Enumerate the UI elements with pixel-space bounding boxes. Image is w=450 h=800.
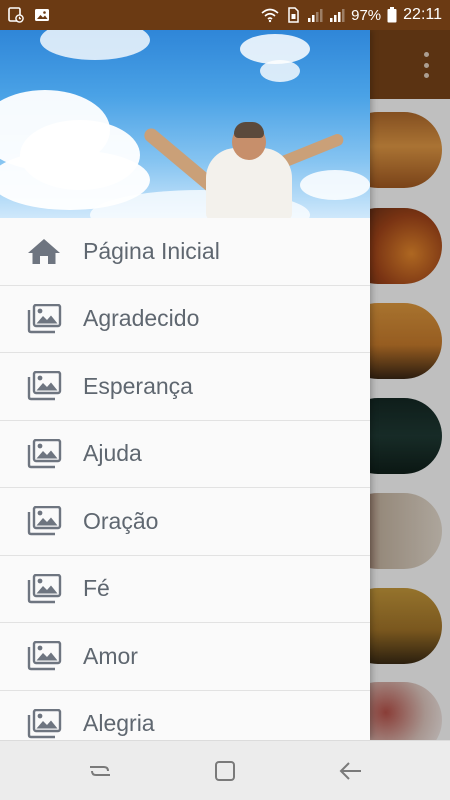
menu-item-label: Esperança	[83, 372, 193, 399]
drawer-header-image	[0, 30, 370, 218]
back-icon[interactable]	[337, 757, 365, 785]
signal-icon-2	[330, 9, 345, 22]
menu-item-oracao[interactable]: Oração	[0, 488, 370, 556]
menu-item-pagina-inicial[interactable]: Página Inicial	[0, 218, 370, 286]
system-nav-bar	[0, 740, 450, 800]
menu-item-fe[interactable]: Fé	[0, 555, 370, 623]
status-time: 22:11	[403, 6, 442, 23]
wifi-icon	[261, 8, 279, 23]
menu-item-label: Agradecido	[83, 305, 200, 332]
menu-item-label: Página Inicial	[83, 237, 220, 264]
home-icon	[28, 239, 60, 265]
gallery-icon	[27, 438, 62, 468]
menu-item-amor[interactable]: Amor	[0, 623, 370, 691]
sim-icon	[288, 7, 299, 23]
gallery-icon	[27, 303, 62, 333]
menu-item-agradecido[interactable]: Agradecido	[0, 285, 370, 353]
menu-item-label: Amor	[83, 642, 138, 669]
gallery-icon	[27, 371, 62, 401]
menu-item-label: Alegria	[83, 710, 155, 737]
signal-icon	[308, 9, 323, 22]
recent-apps-icon[interactable]	[86, 757, 114, 785]
navigation-drawer: Página Inicial Agradecido Esperança Ajud…	[0, 30, 370, 740]
menu-item-esperanca[interactable]: Esperança	[0, 353, 370, 421]
image-icon	[35, 9, 49, 21]
battery-percent: 97%	[351, 6, 382, 24]
menu-item-label: Ajuda	[83, 440, 142, 467]
gallery-icon	[27, 506, 62, 536]
battery-icon	[387, 7, 397, 23]
notification-icon	[8, 7, 24, 23]
menu-item-ajuda[interactable]: Ajuda	[0, 420, 370, 488]
gallery-icon	[27, 573, 62, 603]
menu-item-label: Oração	[83, 507, 159, 534]
gallery-icon	[27, 708, 62, 738]
drawer-menu: Página Inicial Agradecido Esperança Ajud…	[0, 218, 370, 740]
menu-item-alegria[interactable]: Alegria	[0, 690, 370, 740]
home-button-icon[interactable]	[211, 757, 239, 785]
menu-item-label: Fé	[83, 575, 110, 602]
gallery-icon	[27, 641, 62, 671]
status-bar: 97% 22:11	[0, 0, 450, 30]
